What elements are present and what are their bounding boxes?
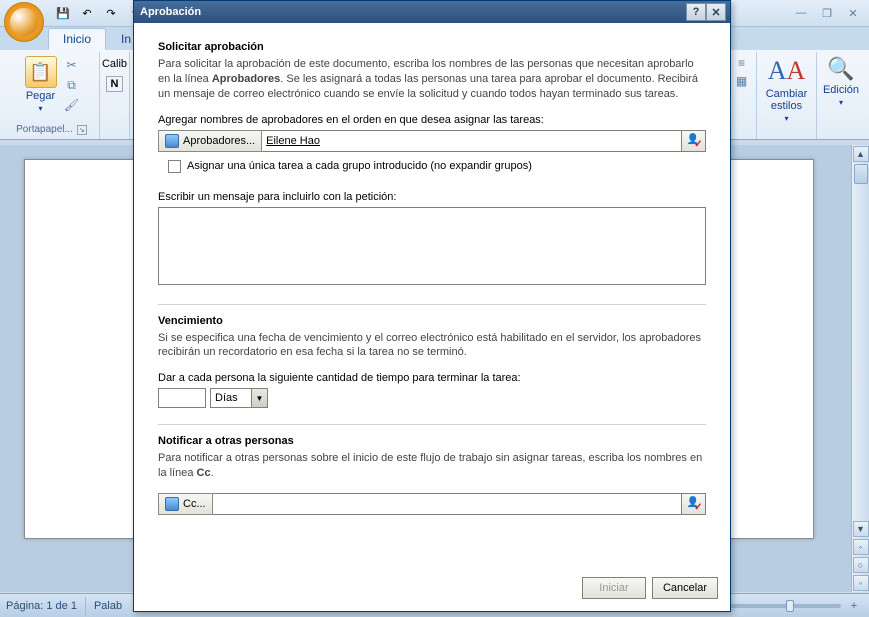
divider <box>158 304 706 305</box>
approval-dialog: Aprobación ? ✕ Solicitar aprobación Para… <box>133 0 731 612</box>
change-styles-label: Cambiar estilos <box>766 88 808 112</box>
chevron-down-icon: ▾ <box>785 114 789 123</box>
restore-button[interactable]: ❐ <box>815 4 839 22</box>
paste-label: Pegar <box>26 90 55 102</box>
zoom-in-button[interactable]: + <box>845 597 863 615</box>
dialog-titlebar[interactable]: Aprobación ? ✕ <box>134 1 730 23</box>
scroll-up-button[interactable]: ▲ <box>853 146 869 162</box>
save-icon: 💾 <box>56 7 70 20</box>
cancel-button[interactable]: Cancelar <box>652 577 718 599</box>
ribbon-group-paragraph-partial: ≡ ▦ <box>727 52 757 139</box>
notify-others-heading: Notificar a otras personas <box>158 435 706 447</box>
paste-icon: 📋 <box>25 56 57 88</box>
office-logo-icon <box>10 8 38 36</box>
qat-undo-button[interactable]: ↶ <box>76 2 98 24</box>
vertical-scrollbar[interactable]: ▲ ▼ ◦ ○ ◦ <box>851 145 869 592</box>
tab-inicio[interactable]: Inicio <box>48 28 106 50</box>
check-names-icon <box>687 134 701 148</box>
next-page-button[interactable]: ◦ <box>853 575 869 591</box>
chevron-down-icon: ▾ <box>839 98 843 107</box>
due-date-text: Si se especifica una fecha de vencimient… <box>158 331 706 361</box>
paste-button[interactable]: 📋 Pegar ▾ <box>21 54 61 115</box>
browse-object-button[interactable]: ○ <box>853 557 869 573</box>
minimize-button[interactable]: — <box>789 4 813 22</box>
cc-input[interactable] <box>213 493 682 515</box>
approvers-input[interactable] <box>262 130 682 152</box>
scroll-down-button[interactable]: ▼ <box>853 521 869 537</box>
font-family-combo[interactable]: Calib <box>102 54 127 76</box>
dialog-help-button[interactable]: ? <box>686 3 706 21</box>
editing-label: Edición <box>823 84 859 96</box>
cut-button[interactable]: ✂ <box>63 56 81 74</box>
request-approval-heading: Solicitar aprobación <box>158 41 706 53</box>
dialog-title-text: Aprobación <box>140 6 201 18</box>
request-approval-text: Para solicitar la aprobación de este doc… <box>158 57 706 102</box>
add-approvers-label: Agregar nombres de aprobadores en el ord… <box>158 114 706 126</box>
ribbon-group-font-partial: Calib N <box>100 52 130 139</box>
assign-single-task-label: Asignar una única tarea a cada grupo int… <box>187 160 532 172</box>
message-textarea[interactable] <box>158 207 706 285</box>
cc-picker-button[interactable]: Cc... <box>158 493 213 515</box>
chevron-down-icon: ▾ <box>38 104 42 113</box>
zoom-knob[interactable] <box>786 600 794 612</box>
redo-icon: ↷ <box>106 7 115 20</box>
clipboard-group-label: Portapapel... ↘ <box>16 124 87 137</box>
qat-save-button[interactable]: 💾 <box>52 2 74 24</box>
change-styles-button[interactable]: AA Cambiar estilos ▾ <box>762 54 812 125</box>
editing-button[interactable]: 🔍 Edición ▾ <box>819 54 863 109</box>
prev-page-button[interactable]: ◦ <box>853 539 869 555</box>
close-button[interactable]: ✕ <box>841 4 865 22</box>
message-label: Escribir un mensaje para incluirlo con l… <box>158 191 706 203</box>
approvers-picker-button[interactable]: Aprobadores... <box>158 130 262 152</box>
bold-button[interactable]: N <box>106 76 124 92</box>
clipboard-launcher[interactable]: ↘ <box>77 125 87 135</box>
assign-single-task-checkbox[interactable] <box>168 160 181 173</box>
address-book-icon <box>165 497 179 511</box>
copy-button[interactable]: ⧉ <box>63 76 81 94</box>
find-icon: 🔍 <box>827 56 854 82</box>
approvers-button-label: Aprobadores... <box>183 135 255 147</box>
list-icon[interactable]: ≡ <box>733 54 751 72</box>
undo-icon: ↶ <box>82 7 91 20</box>
time-amount-input[interactable] <box>158 388 206 408</box>
status-page[interactable]: Página: 1 de 1 <box>6 600 77 612</box>
window-controls: — ❐ ✕ <box>789 4 865 22</box>
ribbon-group-clipboard: 📋 Pegar ▾ ✂ ⧉ 🖌 Portapapel... ↘ <box>4 52 100 139</box>
cc-check-names-button[interactable] <box>682 493 706 515</box>
divider <box>158 424 706 425</box>
time-per-person-label: Dar a cada persona la siguiente cantidad… <box>158 372 706 384</box>
ribbon-group-styles: AA Cambiar estilos ▾ <box>757 52 817 139</box>
dialog-body: Solicitar aprobación Para solicitar la a… <box>134 23 730 577</box>
ribbon-group-edit: 🔍 Edición ▾ <box>817 52 865 139</box>
border-icon[interactable]: ▦ <box>733 72 751 90</box>
time-unit-select[interactable]: Días ▼ <box>210 388 268 408</box>
start-button[interactable]: Iniciar <box>582 577 646 599</box>
status-separator <box>85 597 86 615</box>
qat-redo-button[interactable]: ↷ <box>100 2 122 24</box>
chevron-down-icon: ▼ <box>251 389 267 407</box>
scroll-thumb[interactable] <box>854 164 868 184</box>
styles-icon: AA <box>768 56 806 86</box>
zoom-slider[interactable] <box>731 604 841 608</box>
check-names-icon <box>687 497 701 511</box>
dialog-footer: Iniciar Cancelar <box>134 577 730 611</box>
cc-button-label: Cc... <box>183 498 206 510</box>
notify-others-text: Para notificar a otras personas sobre el… <box>158 451 706 481</box>
address-book-icon <box>165 134 179 148</box>
dialog-close-button[interactable]: ✕ <box>706 3 726 21</box>
due-date-heading: Vencimiento <box>158 315 706 327</box>
check-names-button[interactable] <box>682 130 706 152</box>
office-button[interactable] <box>4 2 44 42</box>
time-unit-value: Días <box>215 392 238 404</box>
quick-access-toolbar: 💾 ↶ ↷ ▾ <box>52 2 146 24</box>
format-painter-button[interactable]: 🖌 <box>63 96 81 114</box>
status-words[interactable]: Palab <box>94 600 122 612</box>
